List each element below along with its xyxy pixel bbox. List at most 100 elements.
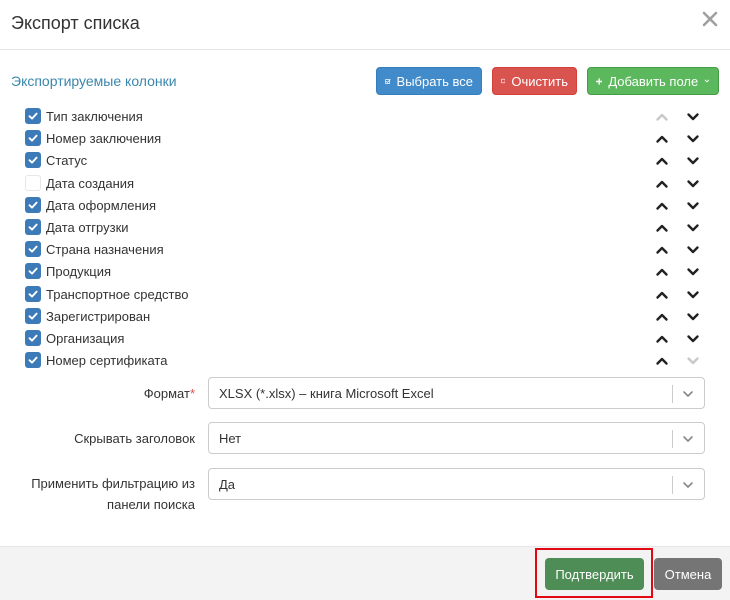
apply-filter-label-line-1: Применить фильтрацию из bbox=[31, 476, 195, 491]
select-separator bbox=[672, 476, 673, 494]
column-checkbox[interactable] bbox=[25, 130, 41, 147]
select-separator bbox=[672, 385, 673, 403]
move-down-icon[interactable] bbox=[686, 332, 700, 346]
column-row: Транспортное средство bbox=[0, 284, 730, 306]
add-field-button[interactable]: Добавить поле bbox=[587, 67, 719, 95]
apply-filter-select[interactable]: Да bbox=[208, 468, 705, 500]
move-up-icon[interactable] bbox=[655, 354, 669, 368]
move-down-icon[interactable] bbox=[686, 243, 700, 257]
check-icon bbox=[28, 201, 38, 209]
column-row: Зарегистрирован bbox=[0, 306, 730, 328]
chevron-down-icon bbox=[683, 436, 693, 442]
hide-header-value: Нет bbox=[219, 431, 242, 446]
column-label: Зарегистрирован bbox=[46, 308, 151, 324]
format-value: XLSX (*.xlsx) – книга Microsoft Excel bbox=[219, 386, 434, 401]
confirm-button[interactable]: Подтвердить bbox=[545, 558, 644, 590]
check-icon bbox=[28, 268, 38, 275]
move-down-icon[interactable] bbox=[686, 221, 700, 235]
chevron-down-icon bbox=[683, 391, 693, 397]
apply-filter-label: Применить фильтрацию из панели поиска bbox=[31, 473, 195, 515]
column-label: Статус bbox=[46, 153, 88, 169]
column-checkbox[interactable] bbox=[25, 174, 41, 191]
column-label: Транспортное средство bbox=[46, 286, 189, 302]
column-checkbox[interactable] bbox=[25, 285, 41, 302]
plus-icon bbox=[596, 77, 603, 85]
column-label: Дата создания bbox=[46, 175, 135, 191]
move-down-icon[interactable] bbox=[686, 177, 700, 191]
check-icon bbox=[28, 290, 38, 298]
check-icon bbox=[28, 356, 38, 364]
apply-filter-label-line-2: панели поиска bbox=[107, 497, 195, 512]
move-up-icon[interactable] bbox=[655, 110, 669, 124]
move-up-icon[interactable] bbox=[655, 154, 669, 168]
check-icon bbox=[28, 312, 38, 320]
hide-header-select[interactable]: Нет bbox=[208, 422, 705, 454]
column-label: Дата отгрузки bbox=[46, 220, 129, 235]
check-icon bbox=[28, 157, 38, 164]
check-icon bbox=[28, 134, 38, 142]
column-checkbox[interactable] bbox=[25, 108, 41, 124]
move-down-icon[interactable] bbox=[686, 288, 700, 302]
column-checkbox[interactable] bbox=[25, 352, 41, 369]
column-checkbox[interactable] bbox=[25, 152, 41, 169]
column-row: Номер заключения bbox=[0, 128, 730, 150]
select-separator bbox=[672, 430, 673, 448]
select-all-button[interactable]: Выбрать все bbox=[376, 67, 482, 95]
column-label: Дата оформления bbox=[46, 197, 157, 213]
close-icon[interactable] bbox=[702, 11, 718, 27]
column-checkbox[interactable] bbox=[25, 263, 41, 280]
column-checkbox[interactable] bbox=[25, 196, 41, 213]
column-row: Дата оформления bbox=[0, 195, 730, 217]
dialog-header: Экспорт списка bbox=[0, 0, 730, 50]
move-down-icon[interactable] bbox=[686, 199, 700, 213]
chevron-down-icon bbox=[683, 482, 693, 488]
column-row: Организация bbox=[0, 328, 730, 350]
move-up-icon[interactable] bbox=[655, 243, 669, 257]
column-label: Тип заключения bbox=[46, 109, 143, 124]
move-up-icon[interactable] bbox=[655, 265, 669, 279]
column-row: Статус bbox=[0, 150, 730, 172]
move-up-icon[interactable] bbox=[655, 132, 669, 146]
column-label: Номер заключения bbox=[46, 131, 162, 147]
column-checkbox[interactable] bbox=[25, 219, 41, 235]
move-up-icon[interactable] bbox=[655, 310, 669, 324]
clear-button[interactable]: Очистить bbox=[492, 67, 577, 95]
column-row: Дата создания bbox=[0, 173, 730, 195]
format-select[interactable]: XLSX (*.xlsx) – книга Microsoft Excel bbox=[208, 377, 705, 409]
column-label: Организация bbox=[46, 331, 125, 346]
column-checkbox[interactable] bbox=[25, 330, 41, 346]
move-down-icon[interactable] bbox=[686, 110, 700, 124]
column-label: Продукция bbox=[46, 264, 112, 280]
move-up-icon[interactable] bbox=[655, 332, 669, 346]
columns-section-title: Экспортируемые колонки bbox=[11, 73, 177, 89]
column-checkbox[interactable] bbox=[25, 241, 41, 258]
move-down-icon[interactable] bbox=[686, 265, 700, 279]
apply-filter-value: Да bbox=[219, 477, 236, 492]
select-all-label: Выбрать все bbox=[396, 73, 473, 89]
check-icon bbox=[28, 223, 38, 231]
format-label: Формат* bbox=[143, 386, 195, 401]
move-down-icon[interactable] bbox=[686, 354, 700, 368]
check-icon bbox=[28, 245, 38, 253]
column-checkbox[interactable] bbox=[25, 307, 41, 324]
check-icon bbox=[28, 112, 38, 120]
column-row: Номер сертификата bbox=[0, 350, 730, 372]
move-down-icon[interactable] bbox=[686, 310, 700, 324]
move-up-icon[interactable] bbox=[655, 199, 669, 213]
column-label: Страна назначения bbox=[46, 242, 164, 258]
column-label: Номер сертификата bbox=[46, 353, 168, 369]
move-down-icon[interactable] bbox=[686, 154, 700, 168]
column-row: Продукция bbox=[0, 261, 730, 283]
move-down-icon[interactable] bbox=[686, 132, 700, 146]
clear-label: Очистить bbox=[511, 73, 568, 89]
column-row: Тип заключения bbox=[0, 106, 730, 128]
check-square-icon bbox=[385, 78, 391, 84]
add-field-label: Добавить поле bbox=[608, 73, 699, 89]
chevron-down-icon bbox=[704, 79, 710, 83]
move-up-icon[interactable] bbox=[655, 221, 669, 235]
move-up-icon[interactable] bbox=[655, 177, 669, 191]
cancel-button[interactable]: Отмена bbox=[654, 558, 722, 590]
move-up-icon[interactable] bbox=[655, 288, 669, 302]
dialog-title: Экспорт списка bbox=[11, 13, 140, 33]
check-icon bbox=[28, 334, 38, 342]
